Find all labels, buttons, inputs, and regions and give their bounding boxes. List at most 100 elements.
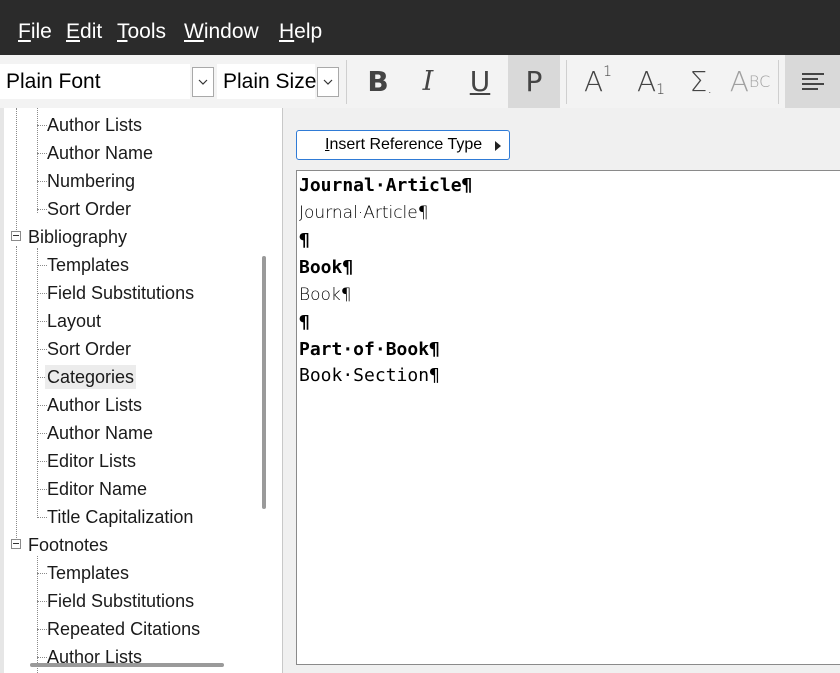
- tree-item-layout[interactable]: Layout: [47, 309, 101, 333]
- menu-file[interactable]: File: [18, 20, 52, 44]
- tree-item-title-capitalization[interactable]: Title Capitalization: [47, 505, 193, 529]
- tree-guide: [37, 248, 38, 518]
- smallcaps-button[interactable]: A BC: [727, 55, 773, 108]
- tree-connector: [37, 209, 47, 210]
- tree-connector: [37, 629, 47, 630]
- tree-item-templates[interactable]: Templates: [47, 253, 129, 277]
- size-select-value: Plain Size: [223, 70, 317, 93]
- tree-item-repeated-citations[interactable]: Repeated Citations: [47, 617, 200, 641]
- menu-file-accel: F: [18, 20, 31, 43]
- superscript-mark: 1: [603, 63, 613, 80]
- format-toolbar: Plain Font Plain Size B I U P A1 A1 Σ. A…: [0, 55, 840, 109]
- editor-bottom-gutter: [283, 665, 840, 673]
- bold-label: B: [367, 65, 389, 98]
- editor-line: Part·of·Book¶: [299, 339, 440, 360]
- tree-guide: [16, 108, 17, 230]
- menu-help-label: elp: [294, 20, 323, 43]
- editor-line: Journal·Article¶: [299, 175, 473, 196]
- subscript-button[interactable]: A1: [628, 55, 674, 108]
- collapse-footnotes-toggle[interactable]: [11, 539, 21, 549]
- menu-help-accel: H: [279, 20, 295, 43]
- tree-item-author-name[interactable]: Author Name: [47, 421, 153, 445]
- tree-item-footnotes[interactable]: Footnotes: [28, 533, 108, 557]
- size-select[interactable]: Plain Size: [217, 64, 317, 99]
- toolbar-divider: [778, 60, 779, 104]
- symbol-button[interactable]: Σ.: [680, 55, 722, 108]
- underline-label: U: [469, 65, 491, 98]
- tree-connector: [37, 601, 47, 602]
- tree-vertical-scrollbar[interactable]: [262, 256, 266, 509]
- menu-window-label: indow: [203, 20, 259, 43]
- smallcaps-label: A: [729, 65, 749, 98]
- editor-line: ¶: [299, 230, 310, 251]
- tree-connector: [37, 265, 47, 266]
- tree-item-editor-name[interactable]: Editor Name: [47, 477, 147, 501]
- superscript-label: A: [583, 65, 604, 98]
- chevron-down-icon: [323, 79, 333, 85]
- tree-connector: [37, 321, 47, 322]
- chevron-down-icon: [198, 79, 208, 85]
- font-dropdown-button[interactable]: [192, 67, 214, 97]
- tree-connector: [37, 153, 47, 154]
- tree-guide: [16, 246, 17, 538]
- menu-bar: File Edit Tools Window Help: [0, 0, 840, 55]
- menu-tools-label: ools: [127, 20, 167, 43]
- toolbar-divider: [566, 60, 567, 104]
- underline-button[interactable]: U: [457, 55, 503, 108]
- tree-item-author-lists[interactable]: Author Lists: [47, 113, 142, 137]
- menu-edit-accel: E: [66, 20, 81, 43]
- tree-connector: [37, 433, 47, 434]
- symbol-mark: .: [707, 78, 713, 97]
- tree-item-categories[interactable]: Categories: [45, 365, 137, 389]
- tree-item-bibliography[interactable]: Bibliography: [28, 225, 127, 249]
- editor-line: Book¶: [299, 257, 354, 278]
- menu-help[interactable]: Help: [279, 20, 322, 44]
- bold-button[interactable]: B: [355, 55, 401, 108]
- font-select[interactable]: Plain Font: [0, 64, 190, 99]
- menu-tools[interactable]: Tools: [117, 20, 166, 44]
- tree-item-sort-order[interactable]: Sort Order: [47, 337, 131, 361]
- tree-connector: [37, 573, 47, 574]
- plain-button[interactable]: P: [508, 55, 560, 108]
- tree-item-numbering[interactable]: Numbering: [47, 169, 135, 193]
- editor-line: ¶: [299, 312, 310, 333]
- tree-item-editor-lists[interactable]: Editor Lists: [47, 449, 136, 473]
- tree-item-author-name[interactable]: Author Name: [47, 141, 153, 165]
- tree-connector: [37, 405, 47, 406]
- submenu-arrow-icon: [495, 141, 501, 151]
- subscript-mark: 1: [656, 81, 666, 98]
- tree-item-sort-order[interactable]: Sort Order: [47, 197, 131, 221]
- menu-file-label: ile: [30, 20, 52, 43]
- tree-connector: [37, 349, 47, 350]
- insert-reference-type-button[interactable]: Insert Reference Type: [296, 130, 510, 160]
- align-left-button[interactable]: [785, 55, 840, 108]
- tree-connector: [37, 517, 47, 518]
- tree-item-field-substitutions[interactable]: Field Substitutions: [47, 281, 194, 305]
- tree-connector: [37, 293, 47, 294]
- size-dropdown-button[interactable]: [317, 67, 339, 97]
- italic-button[interactable]: I: [405, 55, 451, 108]
- tree-horizontal-scrollbar[interactable]: [30, 663, 224, 667]
- font-select-value: Plain Font: [6, 70, 101, 93]
- symbol-label: Σ: [689, 65, 708, 98]
- template-editor[interactable]: Journal·Article¶ Journal·Article¶ ¶ Book…: [296, 170, 840, 665]
- menu-edit[interactable]: Edit: [66, 20, 102, 44]
- italic-label: I: [422, 66, 434, 97]
- tree-item-field-substitutions[interactable]: Field Substitutions: [47, 589, 194, 613]
- menu-window[interactable]: Window: [184, 20, 259, 44]
- collapse-bibliography-toggle[interactable]: [11, 231, 21, 241]
- subscript-label: A: [636, 65, 657, 98]
- tree-item-author-lists[interactable]: Author Lists: [47, 393, 142, 417]
- tree-connector: [37, 125, 47, 126]
- editor-line: Journal·Article¶: [299, 203, 429, 223]
- toolbar-divider: [346, 60, 347, 104]
- insert-reference-type-label: nsert Reference Type: [329, 136, 483, 153]
- menu-edit-label: dit: [80, 20, 103, 43]
- superscript-button[interactable]: A1: [575, 55, 621, 108]
- plain-label: P: [525, 65, 543, 98]
- tree-connector: [37, 657, 47, 658]
- tree-connector: [37, 181, 47, 182]
- smallcaps-mark: BC: [748, 72, 771, 91]
- tree-guide: [37, 108, 38, 213]
- tree-item-templates[interactable]: Templates: [47, 561, 129, 585]
